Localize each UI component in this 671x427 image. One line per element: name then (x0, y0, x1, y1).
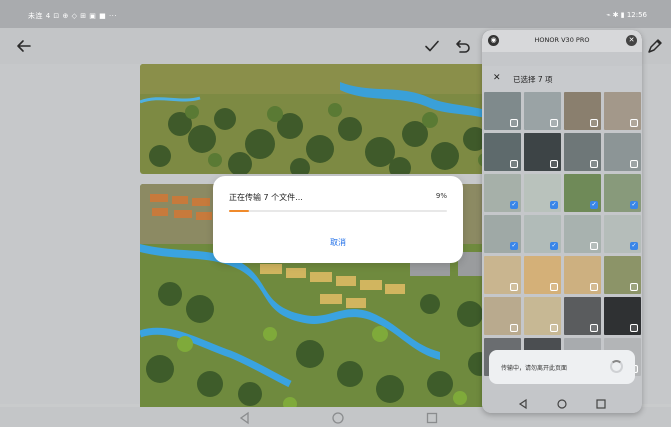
close-selection-icon[interactable]: ✕ (493, 73, 501, 83)
unchecked-checkbox-icon[interactable] (510, 324, 518, 332)
nav-back-icon[interactable] (238, 410, 252, 425)
inserted-photo-top[interactable] (140, 64, 500, 174)
phone-nav-home-icon[interactable] (556, 395, 568, 409)
selected-count-label: 已选择 7 项 (513, 75, 553, 84)
photo-thumbnail[interactable] (524, 133, 561, 171)
unchecked-checkbox-icon[interactable] (510, 160, 518, 168)
unchecked-checkbox-icon[interactable] (590, 160, 598, 168)
back-arrow-icon[interactable] (12, 34, 36, 58)
photo-thumbnail[interactable] (484, 256, 521, 294)
photo-thumbnail[interactable] (524, 297, 561, 335)
unchecked-checkbox-icon[interactable] (630, 324, 638, 332)
progress-bar-fill (229, 210, 249, 212)
unchecked-checkbox-icon[interactable] (510, 119, 518, 127)
photo-thumbnail[interactable] (524, 92, 561, 130)
photo-thumbnail[interactable]: ✓ (604, 215, 641, 253)
unchecked-checkbox-icon[interactable] (510, 283, 518, 291)
phone-nav-back-icon[interactable] (517, 395, 529, 410)
unchecked-checkbox-icon[interactable] (630, 160, 638, 168)
checked-checkbox-icon[interactable]: ✓ (630, 242, 638, 250)
photo-thumbnail[interactable] (604, 256, 641, 294)
nav-home-icon[interactable] (331, 410, 345, 424)
check-icon[interactable] (420, 34, 444, 58)
dialog-title: 正在传输 7 个文件... (229, 193, 303, 202)
undo-icon[interactable] (451, 34, 475, 58)
transfer-toast: 传输中，请勿离开此页面 (489, 350, 635, 384)
photo-thumbnail[interactable]: ✓ (564, 174, 601, 212)
unchecked-checkbox-icon[interactable] (590, 283, 598, 291)
phone-nav-recents-icon[interactable] (595, 395, 607, 409)
photo-thumbnail[interactable] (564, 133, 601, 171)
phone-status-bar (482, 52, 642, 66)
phone-window-title: HONOR V30 PRO (534, 36, 590, 44)
nav-recents-icon[interactable] (425, 410, 439, 424)
checked-checkbox-icon[interactable]: ✓ (590, 201, 598, 209)
photo-thumbnail[interactable] (564, 256, 601, 294)
checked-checkbox-icon[interactable]: ✓ (630, 201, 638, 209)
photo-thumbnail[interactable] (524, 256, 561, 294)
photo-grid: ✓ ✓ ✓ ✓ ✓ ✓ ✓ (484, 92, 641, 376)
checked-checkbox-icon[interactable]: ✓ (510, 242, 518, 250)
unchecked-checkbox-icon[interactable] (590, 119, 598, 127)
photo-thumbnail[interactable]: ✓ (524, 174, 561, 212)
status-bar: 未连 4 ⊡ ⊕ ◇ ⊞ ▣ ■ ··· ⌁ ✱ ▮ 12:56 (0, 0, 671, 28)
toast-message: 传输中，请勿离开此页面 (501, 365, 568, 372)
phone-navigation-bar (482, 390, 642, 413)
status-indicators-right: ⌁ ✱ ▮ 12:56 (606, 11, 647, 19)
unchecked-checkbox-icon[interactable] (590, 242, 598, 250)
phone-window-titlebar: ◉ HONOR V30 PRO ✕ (482, 30, 642, 52)
unchecked-checkbox-icon[interactable] (550, 119, 558, 127)
photo-thumbnail[interactable] (484, 133, 521, 171)
phone-mirror-window: ◉ HONOR V30 PRO ✕ ✕ 已选择 7 项 ✓ ✓ ✓ ✓ ✓ ✓ ✓ 传输中，… (482, 30, 642, 413)
progress-percent: 9% (435, 192, 447, 200)
status-indicators-left: 未连 4 ⊡ ⊕ ◇ ⊞ ▣ ■ ··· (28, 12, 118, 20)
photo-thumbnail[interactable] (564, 92, 601, 130)
unchecked-checkbox-icon[interactable] (550, 324, 558, 332)
unchecked-checkbox-icon[interactable] (550, 160, 558, 168)
unchecked-checkbox-icon[interactable] (590, 324, 598, 332)
photo-thumbnail[interactable]: ✓ (484, 174, 521, 212)
photo-thumbnail[interactable] (604, 133, 641, 171)
pen-icon[interactable] (643, 34, 667, 58)
loading-spinner-icon (610, 360, 623, 373)
checked-checkbox-icon[interactable]: ✓ (550, 242, 558, 250)
photo-thumbnail[interactable] (564, 215, 601, 253)
photo-thumbnail[interactable] (484, 297, 521, 335)
close-icon[interactable]: ✕ (626, 35, 637, 46)
photo-thumbnail[interactable] (484, 92, 521, 130)
unchecked-checkbox-icon[interactable] (630, 283, 638, 291)
cancel-button[interactable]: 取消 (213, 237, 463, 248)
checked-checkbox-icon[interactable]: ✓ (550, 201, 558, 209)
unchecked-checkbox-icon[interactable] (630, 119, 638, 127)
photo-thumbnail[interactable] (564, 297, 601, 335)
phone-screen: ✕ 已选择 7 项 ✓ ✓ ✓ ✓ ✓ ✓ ✓ 传输中，请勿离开此页面 (482, 52, 642, 413)
checked-checkbox-icon[interactable]: ✓ (510, 201, 518, 209)
selection-header: ✕ 已选择 7 项 (482, 66, 642, 92)
unchecked-checkbox-icon[interactable] (550, 283, 558, 291)
photo-thumbnail[interactable]: ✓ (604, 174, 641, 212)
photo-thumbnail[interactable] (604, 297, 641, 335)
photo-thumbnail[interactable]: ✓ (524, 215, 561, 253)
photo-thumbnail[interactable]: ✓ (484, 215, 521, 253)
photo-thumbnail[interactable] (604, 92, 641, 130)
transfer-progress-dialog: 正在传输 7 个文件... 9% 取消 (213, 176, 463, 263)
progress-bar (229, 210, 447, 212)
